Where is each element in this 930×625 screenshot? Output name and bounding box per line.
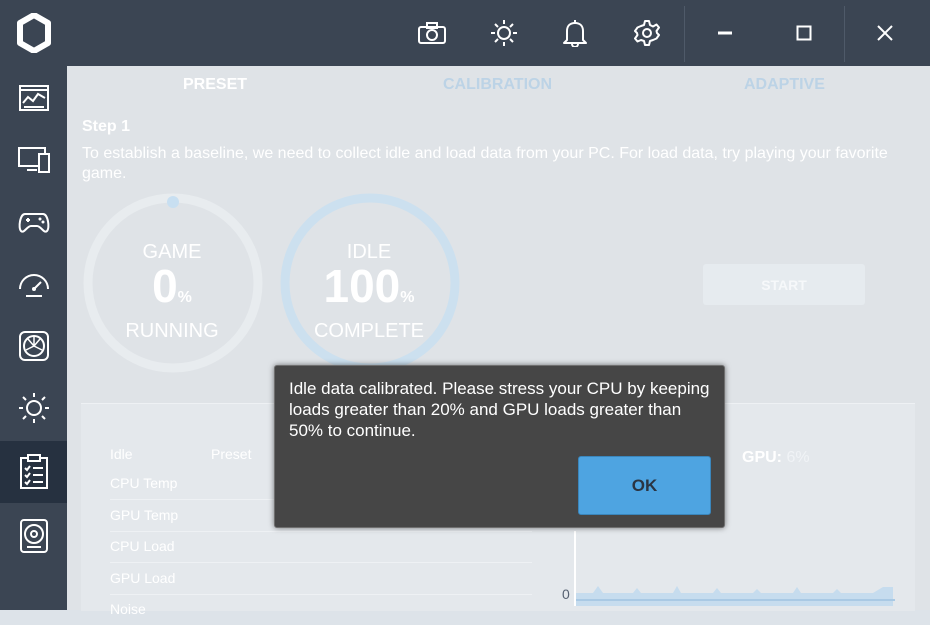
monitor-icon xyxy=(17,147,50,173)
notifications-button[interactable] xyxy=(558,15,592,51)
game-ring-value: 0 xyxy=(152,260,178,312)
sidebar-item-dashboard[interactable] xyxy=(0,67,67,129)
game-ring-unit: % xyxy=(177,289,192,306)
settings-button[interactable] xyxy=(630,15,664,51)
ok-button[interactable]: OK xyxy=(578,456,711,515)
tab-calibration[interactable]: CALIBRATION xyxy=(443,76,552,94)
sidebar-item-monitor[interactable] xyxy=(0,129,67,191)
progress-indicator-dot xyxy=(167,196,179,208)
title-bar xyxy=(67,0,930,66)
idle-ring-unit: % xyxy=(400,289,415,306)
idle-ring-value: 100 xyxy=(323,260,401,312)
minimize-icon xyxy=(718,31,732,35)
table-row: GPU Load xyxy=(110,563,532,595)
close-icon xyxy=(877,25,893,41)
dialog-message: Idle data calibrated. Please stress your… xyxy=(289,379,710,440)
app-logo-icon[interactable] xyxy=(0,0,67,66)
maximize-icon xyxy=(796,25,812,41)
sidebar-item-gaming[interactable] xyxy=(0,191,67,253)
sidebar-item-brightness[interactable] xyxy=(0,377,67,439)
display-button[interactable] xyxy=(487,15,521,51)
sidebar-item-calibration[interactable] xyxy=(0,441,67,503)
table-row: CPU Load xyxy=(110,531,532,563)
tab-preset[interactable]: PRESET xyxy=(183,76,247,94)
column-header-idle: Idle xyxy=(110,446,133,462)
brightness-icon xyxy=(491,20,517,46)
game-ring-status: RUNNING xyxy=(125,320,219,342)
hard-drive-icon xyxy=(19,519,48,553)
step-title: Step 1 xyxy=(82,118,131,135)
tab-adaptive[interactable]: ADAPTIVE xyxy=(744,76,825,94)
gpu-load-readout: GPU: 6% xyxy=(742,449,810,467)
gauge-icon xyxy=(18,274,49,297)
gear-icon xyxy=(634,20,660,46)
brightness-icon xyxy=(18,393,49,423)
dashboard-chart-icon xyxy=(18,85,49,111)
bell-icon xyxy=(563,20,587,47)
idle-ring-status: COMPLETE xyxy=(313,320,425,342)
idle-ring-label: IDLE 100% COMPLETE xyxy=(279,241,459,343)
sidebar-item-performance[interactable] xyxy=(0,253,67,315)
gpu-value: 6% xyxy=(786,449,810,466)
sidebar-item-storage[interactable] xyxy=(0,505,67,567)
close-button[interactable] xyxy=(845,0,925,66)
graph-axis-zero-label: 0 xyxy=(562,586,570,602)
screenshot-button[interactable] xyxy=(415,15,449,51)
start-button[interactable]: START xyxy=(703,264,865,305)
game-ring-label: GAME 0% RUNNING xyxy=(82,241,262,343)
sidebar xyxy=(0,0,67,610)
gamepad-icon xyxy=(18,213,49,233)
main-content: PRESET CALIBRATION ADAPTIVE Step 1 To es… xyxy=(67,66,930,617)
calibration-dialog: Idle data calibrated. Please stress your… xyxy=(274,365,725,528)
column-header-preset: Preset xyxy=(211,446,252,462)
gpu-load-graph xyxy=(574,531,895,606)
clipboard-checklist-icon xyxy=(19,454,48,489)
minimize-button[interactable] xyxy=(685,0,765,66)
fan-icon xyxy=(18,331,49,361)
sidebar-item-fan[interactable] xyxy=(0,315,67,377)
gpu-label: GPU: xyxy=(742,449,782,466)
camera-icon xyxy=(418,22,446,44)
step-description: To establish a baseline, we need to coll… xyxy=(82,145,888,182)
maximize-button[interactable] xyxy=(764,0,844,66)
